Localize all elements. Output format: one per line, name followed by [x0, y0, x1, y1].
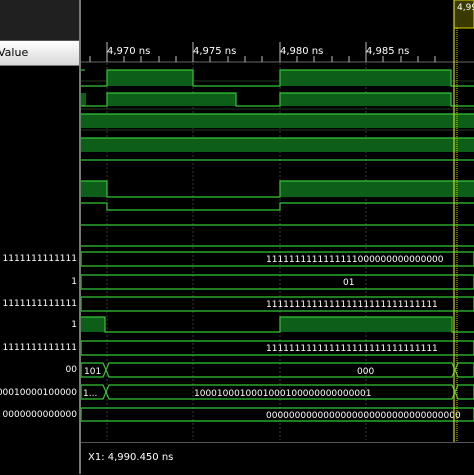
time-tick-label: 4,970 ns — [107, 46, 150, 57]
bus-value-label: 101 — [84, 367, 101, 377]
signal-high-region — [81, 181, 107, 197]
signal-high-region — [81, 93, 86, 106]
bus-value-label: 01 — [343, 278, 354, 288]
waveform-area[interactable]: 4,970 ns 4,975 ns 4,980 ns 4,985 ns 1111… — [81, 0, 474, 474]
signal-high-region — [107, 70, 193, 86]
bus-value-label: 1000100010001000100000000000001 — [194, 389, 372, 399]
signal-high-region — [280, 70, 451, 86]
signal-high-region — [280, 93, 451, 106]
cursor-status-bar: X1: 4,990.450 ns — [81, 442, 474, 475]
signal-value-row[interactable]: 1 — [0, 318, 79, 332]
time-ruler[interactable]: 4,970 ns 4,975 ns 4,980 ns 4,985 ns — [81, 0, 474, 63]
time-tick-label: 4,985 ns — [366, 46, 409, 57]
signal-value-row[interactable]: 1111111111111 — [0, 341, 79, 355]
name-panel-header — [0, 0, 79, 41]
time-tick-label: 4,975 ns — [193, 46, 236, 57]
signal-high-region — [81, 317, 105, 332]
signal-value-row[interactable]: 00 — [0, 363, 79, 377]
cursor-time-readout: X1: 4,990.450 ns — [88, 452, 174, 463]
signal-high-region — [81, 138, 474, 152]
bus-value-label: 1111111111111111000000000000000 — [266, 255, 444, 265]
bus-signal — [81, 362, 474, 378]
value-column-header[interactable]: Value — [0, 41, 79, 66]
bus-value-label: 111111111111111111111111111111 — [266, 300, 438, 310]
signal-high-region — [280, 317, 452, 332]
time-tick-label: 4,980 ns — [280, 46, 323, 57]
bus-value-label: 0000000000000000000000000000000000 — [266, 411, 461, 421]
cursor-time-label: 4,99 — [457, 3, 474, 13]
signal-high-region — [280, 181, 474, 197]
value-header-label: Value — [0, 46, 29, 59]
signal-high-region — [81, 114, 474, 128]
bus-value-labels: 1111111111111111000000000000000 01 11111… — [83, 255, 461, 421]
bus-signal — [81, 274, 474, 290]
signal-waveforms[interactable] — [81, 69, 474, 422]
bus-value-label: 111111111111111111111111111111 — [266, 344, 438, 354]
bus-value-label: 000 — [357, 367, 374, 377]
signal-value-row[interactable]: 1111111111111 — [0, 252, 79, 266]
signal-value-row[interactable]: 1 — [0, 275, 79, 289]
signal-value-row[interactable]: 0000000000000 — [0, 408, 79, 422]
signal-value-panel: Value 1111111111111 1 1111111111111 1 11… — [0, 0, 79, 474]
bus-value-label: 1... — [83, 389, 97, 399]
signal-value-row[interactable]: 1111111111111 — [0, 297, 79, 311]
signal-value-row[interactable]: 00010000100000 — [0, 386, 79, 400]
signal-high-region — [107, 93, 236, 106]
signal-trace — [81, 202, 474, 211]
